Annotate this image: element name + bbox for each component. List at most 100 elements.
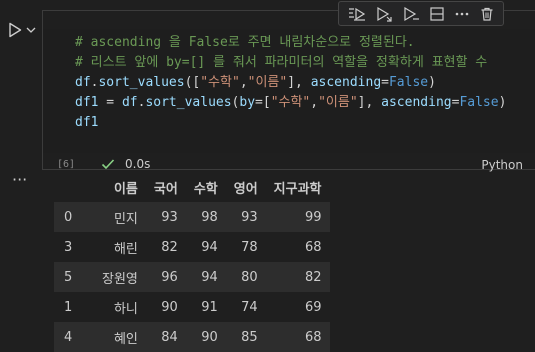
table-cell: 80 xyxy=(241,269,258,285)
table-cell: 93 xyxy=(241,209,258,225)
table-cell: 91 xyxy=(201,299,218,315)
run-cell-button[interactable] xyxy=(8,22,22,38)
code-token: # ascending 을 False로 주면 내림차순으로 정렬된다. xyxy=(75,35,415,50)
table-cell: 99 xyxy=(304,209,322,225)
table-cell: 85 xyxy=(241,329,258,345)
code-token: df1 xyxy=(75,95,99,110)
table-cell: 78 xyxy=(241,239,258,255)
code-line: # ascending 을 False로 주면 내림차순으로 정렬된다. xyxy=(75,33,506,53)
code-token: df1 xyxy=(75,115,99,130)
table-cell: 93 xyxy=(161,209,178,225)
execute-above-button[interactable] xyxy=(348,6,366,22)
row-index: 0 xyxy=(64,209,73,225)
code-token: , xyxy=(310,95,319,110)
table-cell: 68 xyxy=(304,239,322,255)
code-token: "이름" xyxy=(247,75,288,90)
table-row: 0 민지 93 98 93 99 xyxy=(54,202,330,232)
play-icon xyxy=(9,22,22,38)
table-cell: 하니 xyxy=(113,301,138,317)
table-cell: 90 xyxy=(161,299,178,315)
code-token: sort_values xyxy=(98,75,185,90)
code-token: False xyxy=(388,75,429,90)
code-cell: # ascending 을 False로 주면 내림차순으로 정렬된다. # 리스… xyxy=(42,10,535,172)
code-line: df.sort_values(["수학","이름"], ascending=Fa… xyxy=(75,73,506,93)
execute-above-icon xyxy=(348,7,365,21)
execution-duration: 0.0s xyxy=(125,157,151,171)
table-header-row: 이름 국어 수학 영어 지구과학 xyxy=(54,172,330,202)
column-header: 영어 xyxy=(225,172,266,202)
column-header: 이름 xyxy=(94,172,146,202)
row-index: 5 xyxy=(64,269,73,285)
code-token: , xyxy=(239,75,248,90)
code-token: = xyxy=(381,75,389,90)
execute-below-button[interactable] xyxy=(402,6,420,22)
row-index: 3 xyxy=(64,239,73,255)
code-token: ) xyxy=(428,75,436,90)
code-token: by xyxy=(239,95,256,110)
code-token: ascending xyxy=(381,95,452,110)
column-header: 수학 xyxy=(185,172,226,202)
checkmark-icon xyxy=(101,159,115,170)
split-cell-button[interactable] xyxy=(429,6,445,22)
column-header: 국어 xyxy=(145,172,186,202)
table-cell: 장원영 xyxy=(102,271,138,287)
table-cell: 82 xyxy=(304,269,322,285)
dataframe-output: 이름 국어 수학 영어 지구과학 0 민지 93 98 93 99 3 해린 82 94 78 68 5 장원영 9… xyxy=(54,172,330,352)
delete-cell-button[interactable] xyxy=(479,6,495,22)
row-index: 4 xyxy=(64,329,73,345)
table-row: 4 혜인 84 90 85 68 xyxy=(54,322,330,352)
code-line: # 리스트 앞에 by=[] 를 줘서 파라미터의 역할을 정확하게 표현할 수 xyxy=(75,53,506,73)
table-cell: 혜인 xyxy=(113,331,138,347)
execute-below-icon xyxy=(403,6,419,21)
execute-cell-and-below-button[interactable] xyxy=(375,6,393,22)
column-header: 지구과학 xyxy=(265,172,330,202)
table-cell: 민지 xyxy=(113,211,138,227)
table-cell: 68 xyxy=(304,329,322,345)
execution-status: 0.0s xyxy=(101,157,150,171)
code-token: # 리스트 앞에 by=[] 를 줘서 파라미터의 역할을 정확하게 표현할 수 xyxy=(75,55,488,70)
run-cell-controls xyxy=(8,22,36,38)
code-token: df xyxy=(75,75,91,90)
column-header xyxy=(54,172,94,202)
table-cell: 82 xyxy=(161,239,178,255)
table-cell: 해린 xyxy=(113,241,138,257)
cell-toolbar xyxy=(338,1,504,26)
table-cell: 90 xyxy=(201,329,218,345)
split-cell-icon xyxy=(429,6,444,21)
code-token: "수학" xyxy=(200,75,240,90)
code-token: =[ xyxy=(255,95,271,110)
delete-icon xyxy=(481,7,492,21)
code-token: ) xyxy=(498,95,507,110)
table-cell: 98 xyxy=(201,209,218,225)
table-cell: 74 xyxy=(241,299,258,315)
chevron-down-icon xyxy=(26,27,36,33)
code-line: df1 xyxy=(75,113,506,133)
code-token: "이름" xyxy=(318,95,358,110)
code-line: df1 = df.sort_values(by=["수학","이름"], asc… xyxy=(75,93,506,113)
table-cell: 94 xyxy=(201,239,218,255)
code-token: ], xyxy=(287,75,311,90)
code-content[interactable]: # ascending 을 False로 주면 내림차순으로 정렬된다. # 리스… xyxy=(75,33,506,133)
language-picker[interactable]: Python xyxy=(481,158,523,172)
row-index: 1 xyxy=(64,299,73,315)
table-row: 5 장원영 96 94 80 82 xyxy=(54,262,330,292)
more-actions-icon xyxy=(455,12,468,15)
table-cell: 96 xyxy=(161,269,178,285)
code-token: False xyxy=(459,95,499,110)
output-menu-button[interactable]: ··· xyxy=(12,170,27,189)
code-token: df xyxy=(121,95,138,110)
table-cell: 84 xyxy=(161,329,178,345)
run-options-dropdown[interactable] xyxy=(26,26,36,34)
code-token: ], xyxy=(357,95,382,110)
code-token: ([ xyxy=(184,75,201,90)
execute-cell-below-icon xyxy=(376,6,392,22)
table-row: 1 하니 90 91 74 69 xyxy=(54,292,330,322)
code-token: sort_values xyxy=(145,95,232,110)
code-token: "수학" xyxy=(270,95,311,110)
table-cell: 69 xyxy=(304,299,322,315)
table-body: 0 민지 93 98 93 99 3 해린 82 94 78 68 5 장원영 96 94 80 82 1 하니 90 9… xyxy=(54,202,330,352)
more-actions-button[interactable] xyxy=(454,6,470,22)
code-token: = xyxy=(98,95,122,110)
code-token: ascending xyxy=(310,75,382,90)
table-row: 3 해린 82 94 78 68 xyxy=(54,232,330,262)
